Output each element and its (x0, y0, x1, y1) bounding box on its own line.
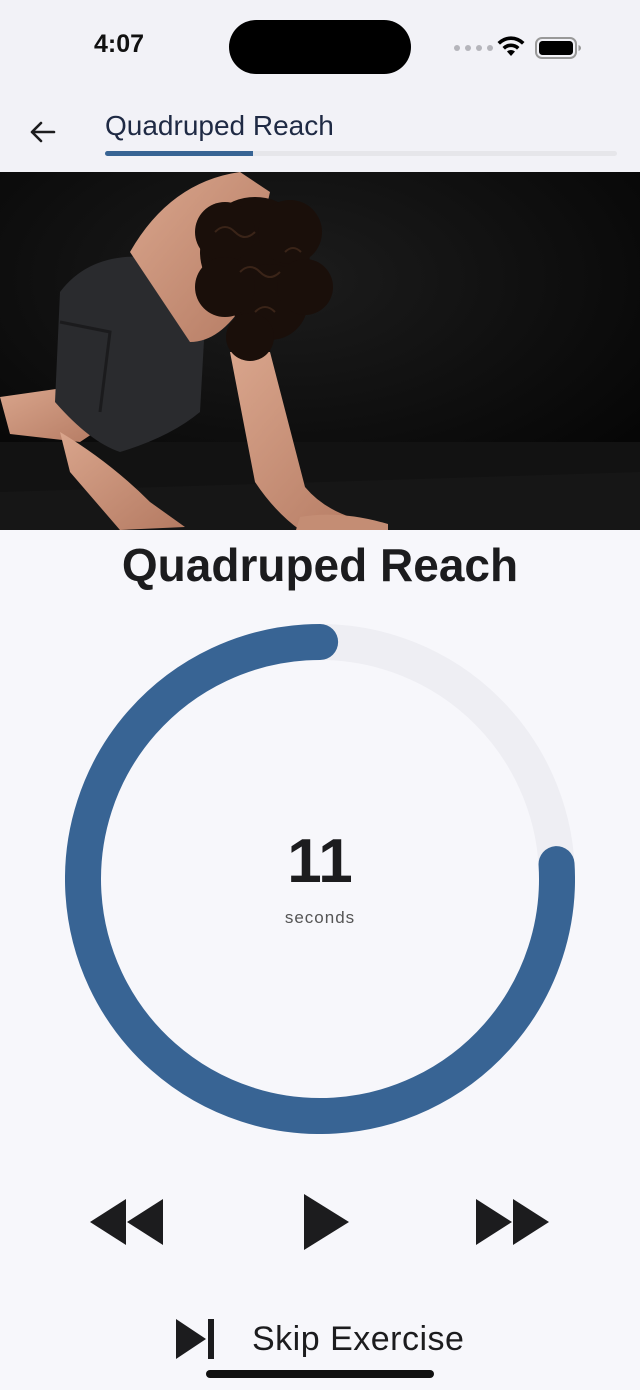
home-indicator (206, 1370, 434, 1378)
nav-title: Quadruped Reach (105, 110, 334, 141)
play-icon (304, 1194, 349, 1250)
dynamic-island (229, 20, 411, 74)
status-time: 4:07 (94, 30, 145, 58)
skip-next-icon (176, 1319, 214, 1359)
cellular-signal-icon (454, 45, 493, 51)
wifi-icon (497, 36, 525, 56)
battery-icon (535, 37, 581, 59)
play-button[interactable] (292, 1188, 360, 1256)
skip-exercise-label: Skip Exercise (252, 1319, 465, 1358)
exercise-video[interactable] (0, 172, 640, 530)
back-arrow-icon (30, 121, 56, 143)
back-button[interactable] (22, 112, 62, 152)
rewind-icon (90, 1199, 163, 1245)
countdown-unit: seconds (284, 908, 356, 927)
countdown-value: 11 (287, 827, 353, 896)
fast-forward-button[interactable] (470, 1188, 556, 1256)
workout-progress-fill (105, 151, 254, 156)
skip-exercise-button[interactable]: Skip Exercise (170, 1310, 490, 1368)
rewind-button[interactable] (84, 1188, 168, 1256)
exercise-title: Quadruped Reach (121, 539, 519, 591)
fast-forward-icon (476, 1199, 549, 1245)
status-bar: 4:07 (0, 0, 640, 96)
workout-progress-bar (105, 151, 617, 156)
exercise-video-frame (0, 172, 640, 530)
nav-bar: Quadruped Reach (0, 96, 640, 172)
